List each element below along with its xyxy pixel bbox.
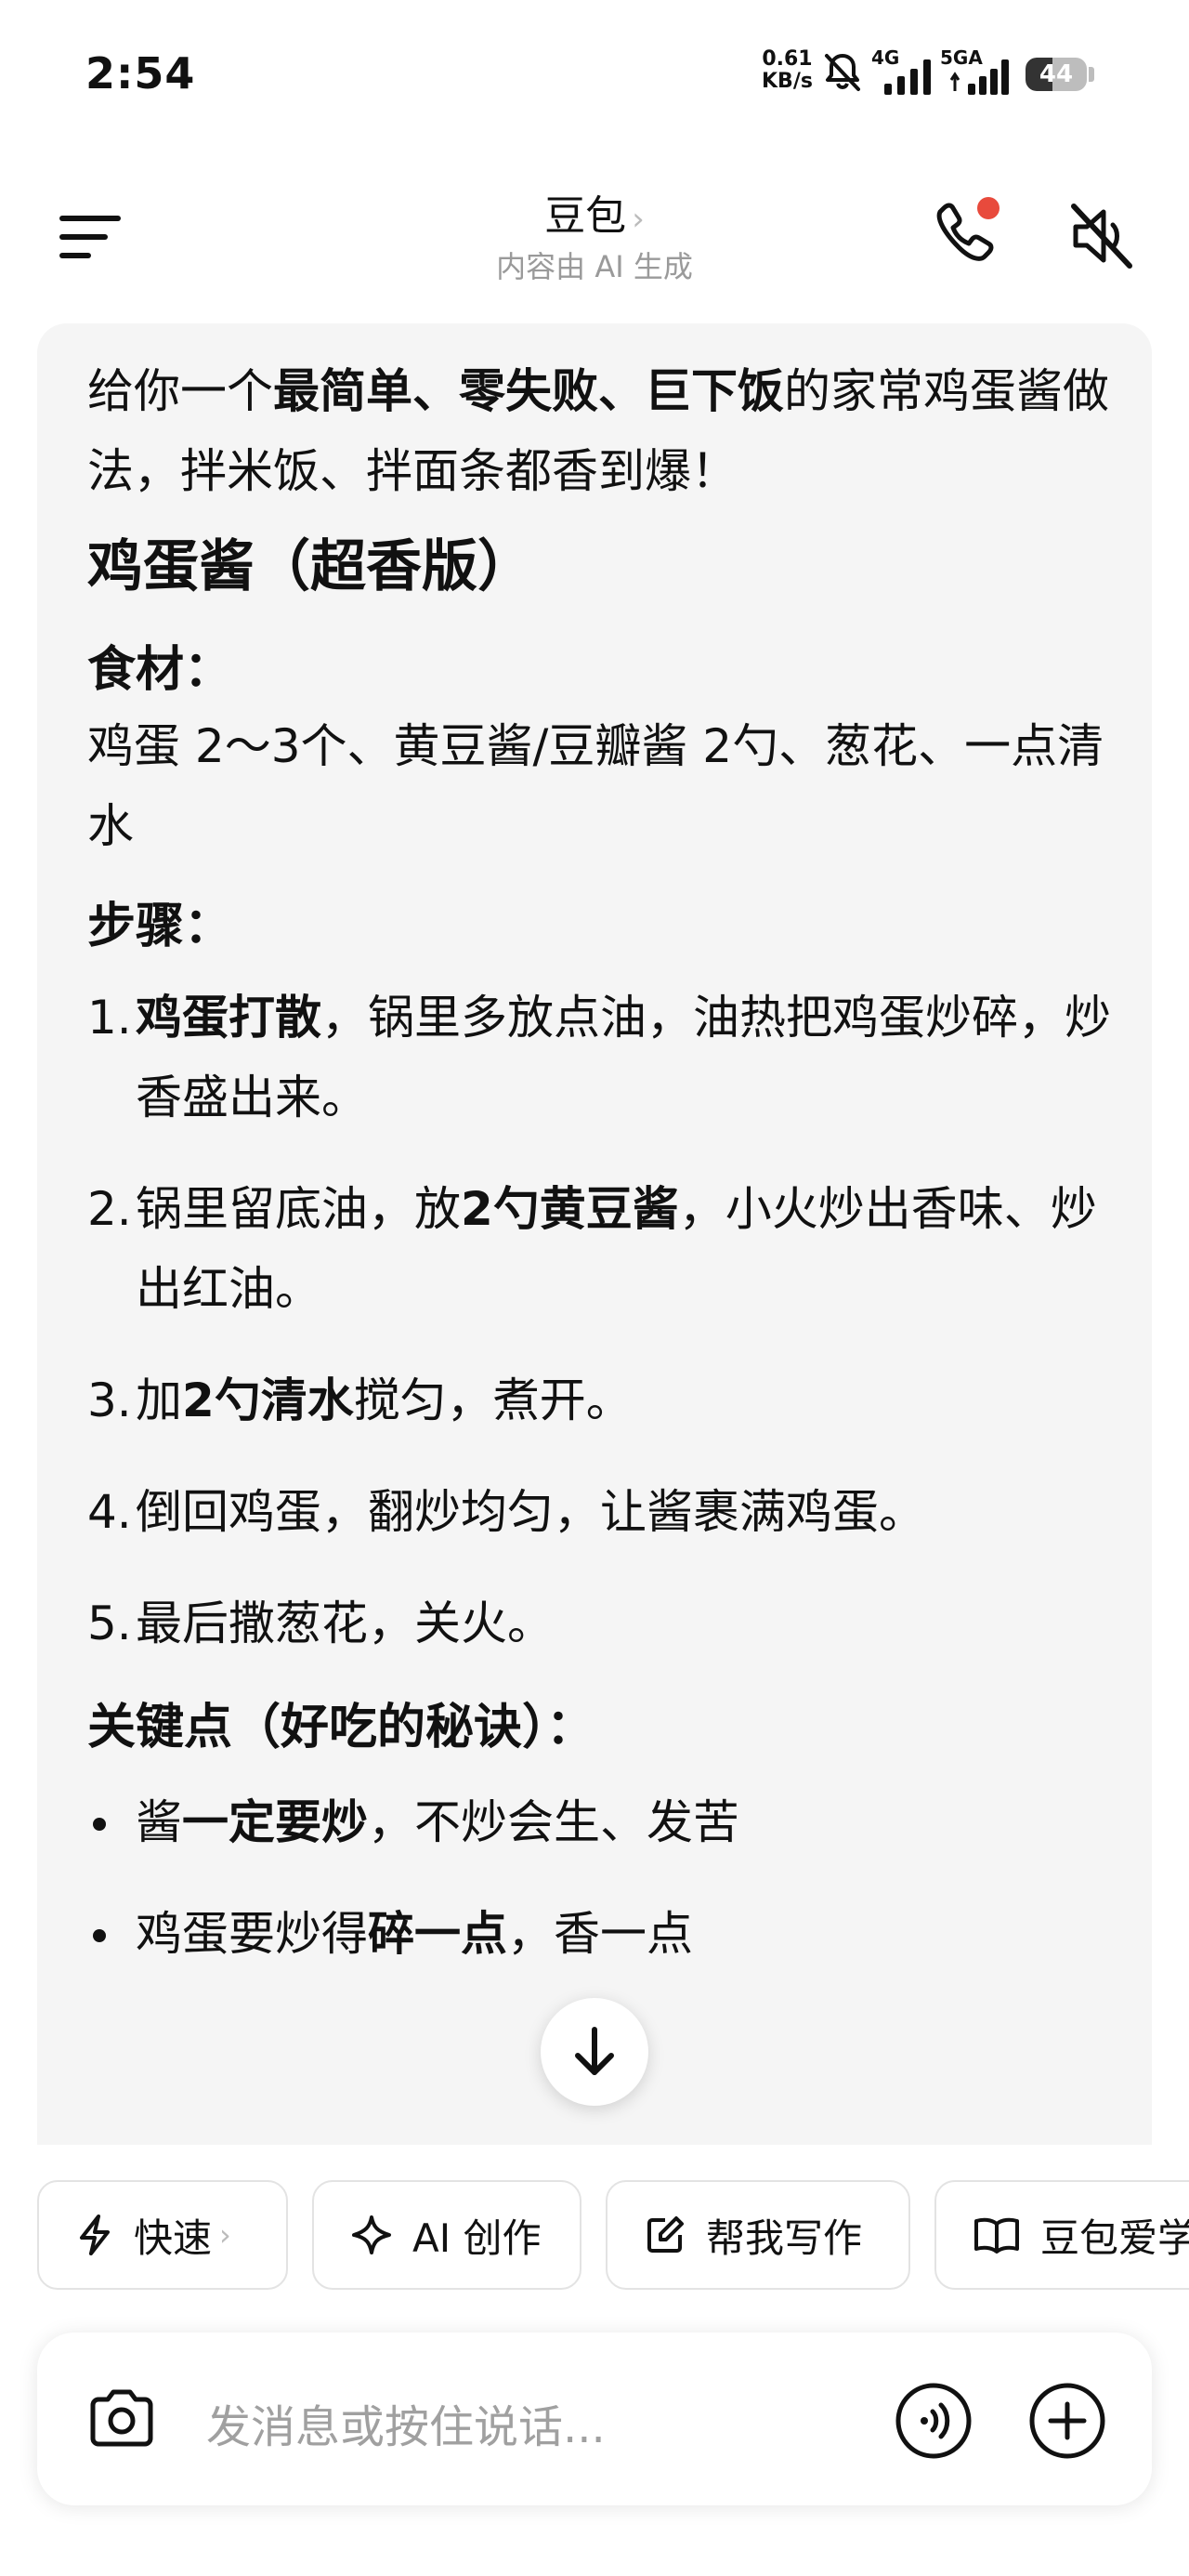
net-speed-value: 0.61 (762, 47, 813, 71)
status-bar: 2:54 0.61 KB/s 4G 5GA 44 (0, 0, 1189, 149)
tips-list: 酱一定要炒，不炒会生、发苦 鸡蛋要炒得碎一点，香一点 (87, 1782, 1118, 1974)
step-text: 倒回鸡蛋，翻炒均匀，让酱裹满鸡蛋。 (136, 1485, 925, 1539)
steps-heading: 步骤： (87, 899, 233, 954)
phone-icon (936, 197, 1000, 261)
intro-paragraph: 给你一个最简单、零失败、巨下饭的家常鸡蛋酱做法，拌米饭、拌面条都香到爆！ (87, 351, 1118, 511)
recipe-title: 鸡蛋酱（超香版） (87, 534, 533, 599)
step-number: 4. (87, 1485, 132, 1539)
bullet (93, 1929, 106, 1942)
tip-text-end: ，香一点 (507, 1907, 693, 1961)
plus-icon[interactable] (1027, 2381, 1107, 2461)
edit-icon (647, 2216, 684, 2253)
list-item: 4. 倒回鸡蛋，翻炒均匀，让酱裹满鸡蛋。 (87, 1472, 1118, 1552)
voice-wave-icon[interactable] (894, 2381, 973, 2461)
ai-disclaimer: 内容由 AI 生成 (496, 249, 693, 284)
chat-title[interactable]: 豆包 › (0, 182, 1189, 242)
sparkle-icon (352, 2215, 391, 2254)
message-input-bar: 发消息或按住说话... (37, 2333, 1152, 2505)
scroll-to-bottom-button[interactable] (541, 1998, 648, 2106)
list-item: 5. 最后撒葱花，关火。 (87, 1584, 1118, 1663)
list-item: 1. 鸡蛋打散，锅里多放点油，油热把鸡蛋炒碎，炒香盛出来。 (87, 978, 1118, 1137)
speaker-muted-icon (1071, 204, 1132, 269)
step-text: 锅里留底油，放 (136, 1182, 461, 1236)
message-content: 给你一个最简单、零失败、巨下饭的家常鸡蛋酱做法，拌米饭、拌面条都香到爆！ 鸡蛋酱… (87, 351, 1118, 2005)
lightning-icon (80, 2215, 110, 2255)
ingredients-text: 鸡蛋 2～3个、黄豆酱/豆瓣酱 2勺、葱花、一点清水 (87, 719, 1104, 853)
chip-label: 豆包爱学 (1040, 2215, 1189, 2261)
step-number: 1. (87, 991, 132, 1045)
tip-bold: 碎一点 (368, 1907, 507, 1961)
chip-write[interactable]: 帮我写作 (606, 2180, 910, 2290)
chevron-right-icon: › (632, 201, 645, 238)
intro-text: 给你一个 (87, 364, 273, 418)
call-button[interactable] (929, 195, 1003, 269)
tip-bold: 一定要炒 (182, 1795, 368, 1849)
tip-text: 鸡蛋要炒得 (136, 1907, 368, 1961)
arrow-down-icon (575, 2027, 614, 2075)
steps-list: 1. 鸡蛋打散，锅里多放点油，油热把鸡蛋炒碎，炒香盛出来。 2. 锅里留底油，放2勺… (87, 978, 1118, 1663)
message-input[interactable]: 发消息或按住说话... (206, 2390, 606, 2455)
status-time: 2:54 (85, 48, 196, 99)
battery-icon: 44 (1026, 58, 1087, 91)
mute-button[interactable] (1063, 197, 1141, 275)
signal-bars-icon (884, 59, 931, 95)
step-number: 2. (87, 1182, 132, 1236)
step-number: 3. (87, 1373, 132, 1427)
app-title[interactable]: 豆包 (544, 192, 626, 240)
book-icon (974, 2217, 1019, 2254)
battery-tip (1089, 67, 1094, 82)
bullet (93, 1818, 106, 1831)
chip-label: AI 创作 (412, 2215, 542, 2261)
assistant-message: 给你一个最简单、零失败、巨下饭的家常鸡蛋酱做法，拌米饭、拌面条都香到爆！ 鸡蛋酱… (37, 323, 1152, 2145)
signal-bars-icon-2 (949, 59, 1009, 95)
step-text: 加 (136, 1373, 182, 1427)
step-bold: 2勺黄豆酱 (461, 1182, 679, 1236)
net-speed-unit: KB/s (762, 70, 813, 93)
chip-learn[interactable]: 豆包爱学 (934, 2180, 1189, 2290)
intro-bold: 最简单、零失败、巨下饭 (273, 364, 784, 418)
chip-label: 快速 (134, 2215, 213, 2261)
camera-icon[interactable] (84, 2381, 160, 2457)
list-item: 2. 锅里留底油，放2勺黄豆酱，小火炒出香味、炒出红油。 (87, 1169, 1118, 1329)
list-item: 酱一定要炒，不炒会生、发苦 (87, 1782, 1118, 1862)
list-item: 鸡蛋要炒得碎一点，香一点 (87, 1894, 1118, 1974)
tip-text-end: ，不炒会生、发苦 (368, 1795, 739, 1849)
net-speed: 0.61 KB/s (762, 48, 813, 93)
battery-level: 44 (1039, 60, 1074, 88)
tips-heading: 关键点（好吃的秘诀）： (87, 1700, 595, 1755)
tip-text: 酱 (136, 1795, 182, 1849)
chip-fast[interactable]: 快速 › (37, 2180, 288, 2290)
chevron-right-icon: › (219, 2217, 231, 2253)
quick-actions: 快速 › AI 创作 帮我写作 豆包爱学 (0, 2180, 1189, 2297)
step-number: 5. (87, 1597, 132, 1650)
step-text-end: 搅匀，煮开。 (353, 1373, 633, 1427)
list-item: 3. 加2勺清水搅匀，煮开。 (87, 1360, 1118, 1440)
step-bold: 2勺清水 (182, 1373, 354, 1427)
bell-muted-icon (825, 54, 860, 91)
ingredients-heading: 食材： (87, 642, 233, 698)
step-bold: 鸡蛋打散 (136, 991, 321, 1045)
chip-label: 帮我写作 (706, 2215, 863, 2261)
call-notification-dot (977, 197, 1000, 219)
chip-ai-create[interactable]: AI 创作 (312, 2180, 581, 2290)
step-text: 最后撒葱花，关火。 (136, 1597, 554, 1650)
